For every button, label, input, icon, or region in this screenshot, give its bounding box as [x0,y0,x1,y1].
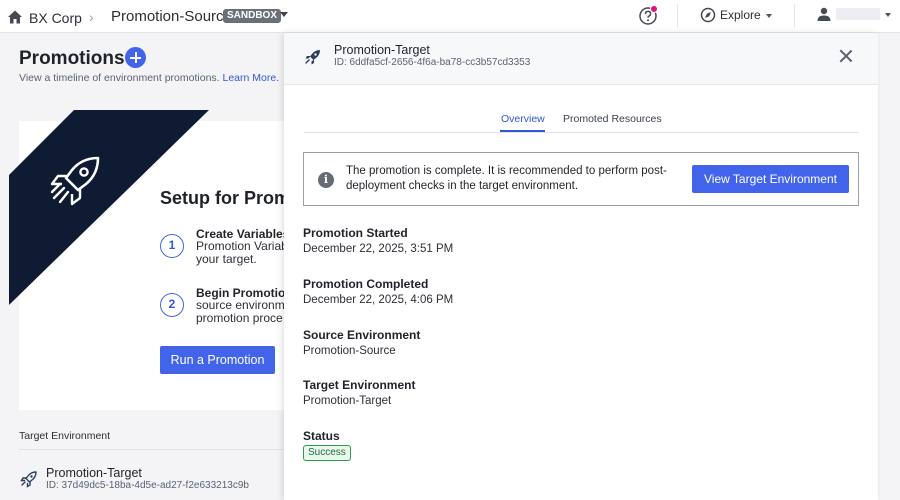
tab-promoted-resources[interactable]: Promoted Resources [563,113,662,125]
step-description: your target. [196,252,257,266]
rocket-icon [305,50,320,65]
rocket-icon [50,156,100,206]
learn-more-link[interactable]: Learn More. [223,72,280,84]
tab-overview[interactable]: Overview [501,113,545,125]
completion-alert: i The promotion is complete. It is recom… [303,152,859,206]
tabs-divider [304,132,859,133]
org-name[interactable]: BX Corp [29,10,82,26]
compass-icon [700,7,716,23]
field-label: Target Environment [303,378,416,392]
top-bar: BX Corp › Promotion-Source SANDBOX Explo… [0,0,900,33]
topbar-divider [677,4,678,28]
notification-dot [650,5,658,13]
panel-id: ID: 6ddfa5cf-2656-4f6a-ba78-cc3b57cd3353 [334,57,531,68]
user-icon[interactable] [816,6,832,22]
panel-title: Promotion-Target [334,43,430,57]
add-promotion-button[interactable] [125,47,146,68]
field-value: December 22, 2025, 4:06 PM [303,294,454,306]
field-value: Promotion-Target [303,395,392,407]
alert-text: The promotion is complete. It is recomme… [346,165,667,192]
close-icon[interactable] [837,47,855,65]
field-label: Source Environment [303,328,421,342]
sandbox-badge: SANDBOX [223,9,282,23]
step-description: promotion proce [196,311,283,325]
page-subtitle: View a timeline of environment promotion… [19,72,279,84]
environment-name[interactable]: Promotion-Source [111,8,232,25]
step-number: 2 [160,293,184,317]
step-number: 1 [160,234,184,258]
promotion-detail-panel: Promotion-Target ID: 6ddfa5cf-2656-4f6a-… [284,33,878,500]
field-label: Promotion Started [303,226,408,240]
target-environment-name[interactable]: Promotion-Target [46,466,142,480]
user-name-redacted[interactable] [836,8,880,20]
explore-label: Explore [720,8,761,22]
chevron-down-icon [766,14,772,18]
breadcrumb-separator: › [89,9,94,25]
target-environment-id: ID: 37d49dc5-18ba-4d5e-ad27-f2e633213c9b [46,480,249,491]
target-environment-heading: Target Environment [19,430,111,442]
field-value: December 22, 2025, 3:51 PM [303,243,454,255]
rocket-icon [20,471,37,488]
view-target-environment-button[interactable]: View Target Environment [692,165,849,193]
topbar-divider [794,4,795,28]
status-label: Status [303,429,340,443]
page-title: Promotions [19,48,125,69]
divider [19,449,284,450]
field-label: Promotion Completed [303,277,429,291]
info-icon: i [318,172,334,188]
field-value: Promotion-Source [303,345,396,357]
page-subtitle-text: View a timeline of environment promotion… [19,72,220,84]
panel-header: Promotion-Target ID: 6ddfa5cf-2656-4f6a-… [284,33,878,85]
home-icon[interactable] [7,9,23,25]
chevron-down-icon[interactable] [885,13,891,17]
run-promotion-button[interactable]: Run a Promotion [160,346,275,374]
environment-dropdown-icon[interactable] [280,12,288,17]
setup-title: Setup for Prom [160,188,291,208]
status-badge: Success [303,445,351,461]
